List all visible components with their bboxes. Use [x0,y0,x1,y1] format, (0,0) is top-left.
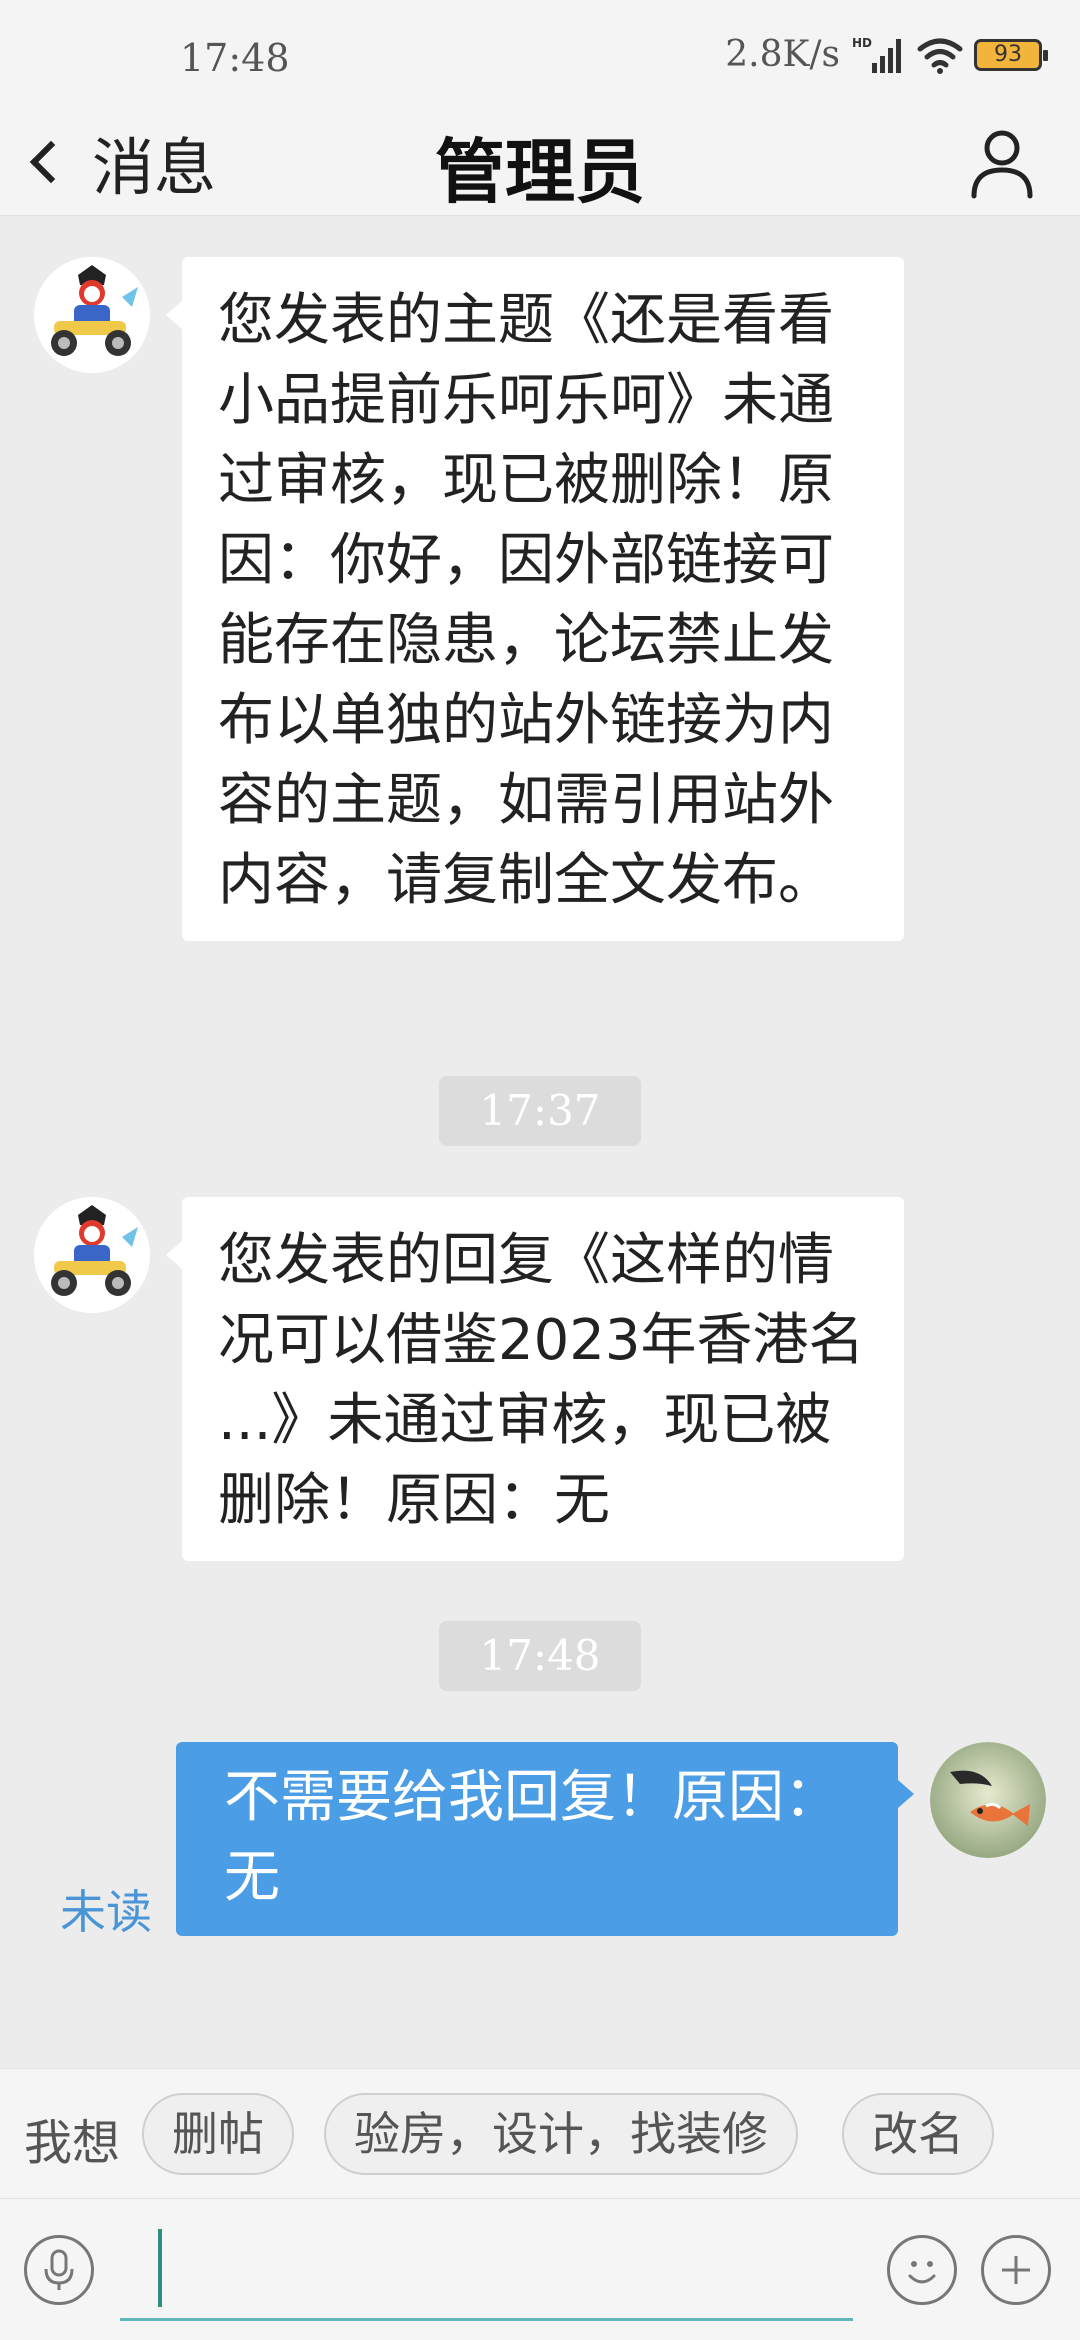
message-input[interactable] [120,2229,853,2321]
svg-text:HD: HD [852,36,872,50]
microphone-icon [44,2249,74,2290]
message-text: 不需要给我回复！原因：无 [224,1765,840,1910]
chat-header: 消息 管理员 [0,110,1080,216]
page-title: 管理员 [435,131,645,213]
battery-level: 93 [994,41,1022,67]
emoji-button[interactable] [887,2235,957,2305]
plus-icon [1002,2256,1030,2284]
cartoon-rider-icon [34,1197,150,1313]
quick-reply-bar: 我想 删帖 验房，设计，找装修 改名 [0,2068,1080,2198]
cartoon-rider-icon [34,257,150,373]
user-profile-icon[interactable] [962,122,1042,202]
message-text: 您发表的回复《这样的情况可以借鉴2023年香港名 ...》未通过审核，现已被删除… [218,1228,865,1533]
message-bubble-incoming[interactable]: 您发表的主题《还是看看小品提前乐呵乐呵》未通过审核，现已被删除！原因：你好，因外… [166,257,904,941]
status-time: 17:48 [180,36,290,80]
status-icons: 2.8K/s HD 93 [725,34,1048,75]
quick-reply-chip-renovation[interactable]: 验房，设计，找装修 [324,2093,798,2175]
quick-reply-chip-rename[interactable]: 改名 [842,2093,994,2175]
unread-status: 未读 [60,1885,152,1939]
quick-reply-label: 我想 [24,2115,121,2171]
hd-signal-icon: HD [852,36,901,73]
message-input-bar [0,2198,1080,2340]
text-cursor [158,2229,162,2307]
quick-reply-chip-delete-post[interactable]: 删帖 [142,2093,294,2175]
message-text: 您发表的主题《还是看看小品提前乐呵乐呵》未通过审核，现已被删除！原因：你好，因外… [218,288,834,913]
smiley-icon [908,2261,936,2284]
admin-avatar[interactable] [34,257,150,373]
my-avatar[interactable] [930,1742,1046,1858]
koi-fish-icon [930,1742,1046,1858]
wifi-icon [917,38,963,74]
message-bubble-incoming[interactable]: 您发表的回复《这样的情况可以借鉴2023年香港名 ...》未通过审核，现已被删除… [166,1197,904,1561]
status-bar: 17:48 2.8K/s HD 93 [0,0,1080,110]
message-bubble-outgoing[interactable]: 不需要给我回复！原因：无 [176,1742,914,1936]
more-options-button[interactable] [981,2235,1051,2305]
network-speed: 2.8K/s [725,34,840,75]
battery-icon: 93 [974,38,1048,71]
timestamp-divider: 17:48 [439,1621,641,1691]
voice-input-button[interactable] [24,2235,94,2305]
timestamp-divider: 17:37 [439,1076,641,1146]
admin-avatar[interactable] [34,1197,150,1313]
chat-area[interactable]: 您发表的主题《还是看看小品提前乐呵乐呵》未通过审核，现已被删除！原因：你好，因外… [0,217,1080,2067]
